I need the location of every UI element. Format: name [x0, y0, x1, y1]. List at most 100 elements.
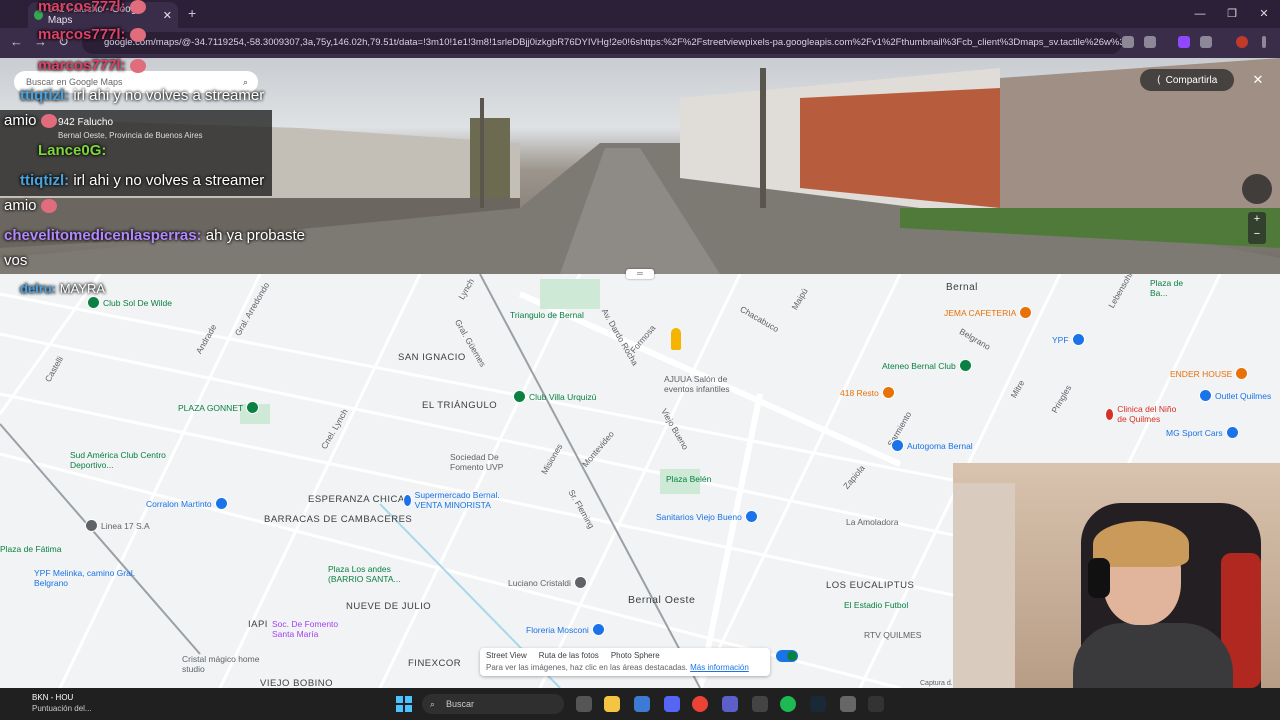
chat-message: ah ya probaste [205, 227, 306, 244]
extensions-icon[interactable] [1200, 36, 1212, 48]
map-poi[interactable]: MG Sport Cars [1166, 427, 1238, 438]
map-poi[interactable]: ENDER HOUSE [1170, 368, 1248, 379]
url-bar[interactable]: google.com/maps/@-34.7119254,-58.3009307… [82, 32, 1122, 54]
cam-door [953, 483, 1015, 688]
heart-emote-icon [40, 199, 57, 214]
map-poi[interactable]: Sociedad De Fomento UVP [450, 452, 530, 472]
area-label: Bernal Oeste [628, 594, 696, 606]
map-poi[interactable]: Linea 17 S.A [86, 520, 150, 531]
share-button[interactable]: ⟨ Compartirla [1140, 69, 1234, 91]
map-poi[interactable]: Floreria Mosconi [526, 624, 604, 635]
profile-avatar[interactable] [1236, 36, 1248, 48]
obs-icon[interactable] [752, 696, 768, 712]
poi-label: Club Villa Urquizú [529, 391, 597, 402]
chat-line: amio [4, 197, 57, 214]
panel-resize-handle[interactable]: ═ [626, 269, 654, 279]
poi-label: Plaza Belén [666, 474, 712, 484]
shop-pin-icon [745, 511, 757, 522]
chat-message: MAYRA [59, 281, 106, 296]
more-info-link[interactable]: Más información [690, 663, 749, 672]
map-poi[interactable]: Ateneo Bernal Club [882, 360, 971, 371]
map-poi[interactable]: Luciano Cristaldi [508, 577, 586, 588]
area-label: LOS EUCALIPTUS [826, 580, 915, 591]
zoom-out-button[interactable]: − [1248, 227, 1266, 242]
browser-menu-icon[interactable] [1262, 36, 1266, 48]
poi-label: YPF [1052, 334, 1069, 345]
area-label: IAPI [248, 619, 268, 630]
chrome-icon[interactable] [692, 696, 708, 712]
taskbar-search-input[interactable]: ⌕ Buscar [422, 694, 564, 714]
store-icon[interactable] [634, 696, 650, 712]
zoom-in-button[interactable]: + [1248, 212, 1266, 227]
poi-label: Cristal mágico home studio [182, 654, 260, 674]
task-view-icon[interactable] [576, 696, 592, 712]
spotify-icon[interactable] [780, 696, 796, 712]
poi-label: Outlet Quilmes [1215, 390, 1272, 401]
map-poi[interactable]: Plaza Belén [666, 474, 711, 484]
chat-line: delru: MAYRA [20, 281, 105, 296]
place-subtitle: Bernal Oeste, Provincia de Buenos Aires [58, 131, 203, 140]
area-label: EL TRIÁNGULO [422, 400, 498, 411]
map-poi[interactable]: Corralon Martinto [146, 498, 227, 509]
map-poi[interactable]: Soc. De Fomento Santa María [272, 619, 352, 639]
chat-username: marcos777l: [38, 57, 126, 74]
map-poi[interactable]: El Estadio Futbol [844, 600, 908, 610]
shop-pin-icon [892, 440, 903, 451]
legend-street-view: Street View [486, 651, 527, 660]
close-window-button[interactable]: ✕ [1248, 0, 1280, 28]
minimize-button[interactable]: — [1184, 0, 1216, 28]
poi-label: El Estadio Futbol [844, 600, 909, 610]
map-poi[interactable]: Sud América Club Centro Deportivo... [70, 450, 166, 470]
compass-icon[interactable] [1242, 174, 1272, 204]
app-icon[interactable] [868, 696, 884, 712]
map-poi[interactable]: PLAZA GONNET [178, 402, 259, 413]
chat-username: chevelitomedicenlasperras: [4, 227, 202, 244]
map-poi[interactable]: La Amoladora [846, 517, 898, 527]
twitch-extension-icon[interactable] [1178, 36, 1190, 48]
poi-label: Club Sol De Wilde [103, 297, 172, 308]
chat-line: vos [4, 252, 27, 269]
file-explorer-icon[interactable] [604, 696, 620, 712]
weather-title: BKN - HOU [32, 693, 74, 702]
map-poi[interactable]: AJUUA Salón de eventos infantiles [664, 374, 754, 394]
map-poi[interactable]: Plaza de Fátima [0, 544, 61, 554]
pegman-icon[interactable] [671, 328, 681, 350]
new-tab-button[interactable]: + [188, 5, 196, 21]
map-poi[interactable]: Sanitarios Viejo Bueno [656, 511, 757, 522]
map-poi[interactable]: Outlet Quilmes [1200, 390, 1271, 401]
weather-widget[interactable]: BKN - HOU Puntuación del... [14, 692, 92, 714]
map-poi[interactable]: Clinica del Niño de Quilmes [1106, 404, 1186, 424]
area-label: SAN IGNACIO [398, 352, 466, 363]
map-poi[interactable]: 418 Resto [840, 387, 894, 398]
street-view-toggle[interactable] [776, 650, 798, 662]
map-poi[interactable]: Club Villa Urquizú [514, 391, 596, 402]
map-poi[interactable]: Plaza de Ba... [1150, 278, 1200, 298]
map-poi[interactable]: RTV QUILMES [864, 630, 921, 640]
map-poi[interactable]: JEMA CAFETERIA [944, 307, 1032, 318]
map-poi[interactable]: Supermercado Bernal. VENTA MINORISTA [404, 490, 514, 510]
heart-emote-icon [129, 0, 146, 15]
back-icon[interactable]: ← [10, 34, 23, 49]
street-view-close-button[interactable]: ✕ [1248, 70, 1268, 90]
settings-icon[interactable] [840, 696, 856, 712]
tab-close-icon[interactable]: ✕ [163, 9, 172, 22]
map-poi[interactable]: Cristal mágico home studio [182, 654, 262, 674]
map-poi[interactable]: Club Sol De Wilde [88, 297, 172, 308]
map-poi[interactable]: YPF Melinka, camino Gral. Belgrano [34, 568, 144, 588]
map-poi[interactable]: Plaza Los andes (BARRIO SANTA... [328, 564, 408, 584]
map-poi[interactable]: Triangulo de Bernal [510, 310, 584, 320]
teams-icon[interactable] [722, 696, 738, 712]
install-app-icon[interactable] [1122, 36, 1134, 48]
street-view-zoom-control[interactable]: + − [1248, 212, 1266, 244]
bookmark-star-icon[interactable] [1144, 36, 1156, 48]
chat-message: amio [4, 197, 37, 214]
street-view-legend: Street View Ruta de las fotos Photo Sphe… [480, 648, 770, 676]
poi-label: Luciano Cristaldi [508, 577, 571, 588]
maximize-button[interactable]: ❐ [1216, 0, 1248, 28]
map-poi[interactable]: YPF [1052, 334, 1084, 345]
map-poi[interactable]: Autogoma Bernal [892, 440, 973, 451]
discord-icon[interactable] [664, 696, 680, 712]
windows-start-icon[interactable] [396, 696, 412, 712]
steam-icon[interactable] [810, 696, 826, 712]
chat-username: marcos777l: [38, 0, 126, 15]
